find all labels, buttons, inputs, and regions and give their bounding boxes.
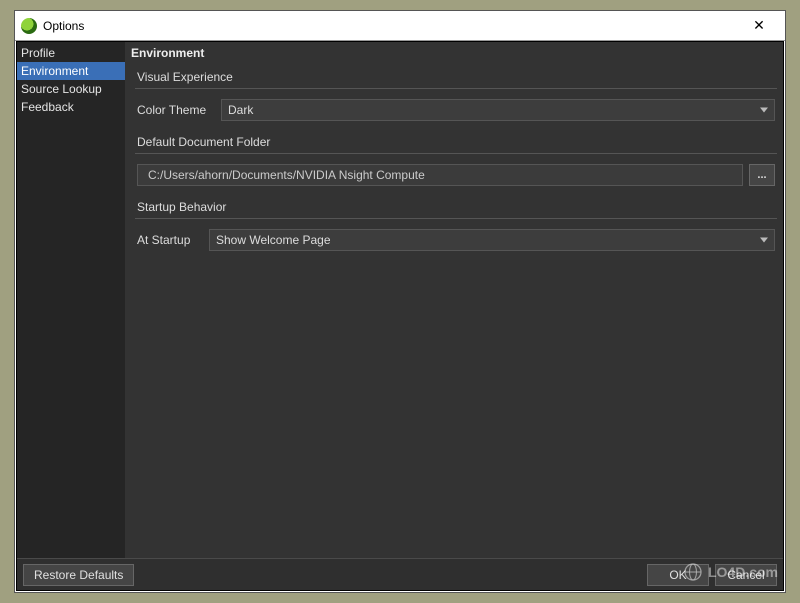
ok-button[interactable]: OK [647,564,709,586]
main-panel: Profile Environment Source Lookup Feedba… [17,42,783,558]
bottom-bar: Restore Defaults OK Cancel [17,558,783,590]
label-color-theme: Color Theme [137,103,215,117]
row-document-folder: C:/Users/ahorn/Documents/NVIDIA Nsight C… [135,164,777,186]
restore-defaults-button[interactable]: Restore Defaults [23,564,134,586]
sidebar-item-feedback[interactable]: Feedback [17,98,125,116]
separator [135,88,777,89]
color-theme-select[interactable]: Dark [221,99,775,121]
window-title: Options [43,19,84,33]
document-folder-value: C:/Users/ahorn/Documents/NVIDIA Nsight C… [148,168,425,182]
at-startup-select[interactable]: Show Welcome Page [209,229,775,251]
options-window: Options ✕ Profile Environment Source Loo… [14,10,786,593]
at-startup-value: Show Welcome Page [216,233,331,247]
separator [135,218,777,219]
close-icon[interactable]: ✕ [739,11,779,40]
section-startup-behavior: Startup Behavior At Startup Show Welcome… [135,200,777,251]
chevron-down-icon [760,108,768,113]
cancel-button[interactable]: Cancel [715,564,777,586]
color-theme-value: Dark [228,103,253,117]
sidebar-item-source-lookup[interactable]: Source Lookup [17,80,125,98]
separator [135,153,777,154]
titlebar: Options ✕ [15,11,785,41]
app-icon [21,18,37,34]
section-title-default-document-folder: Default Document Folder [135,135,777,151]
sidebar-item-environment[interactable]: Environment [17,62,125,80]
section-default-document-folder: Default Document Folder C:/Users/ahorn/D… [135,135,777,186]
content-panel: Environment Visual Experience Color Them… [125,42,783,558]
label-at-startup: At Startup [137,233,203,247]
page-title: Environment [125,44,783,66]
section-visual-experience: Visual Experience Color Theme Dark [135,70,777,121]
sidebar-item-profile[interactable]: Profile [17,44,125,62]
sidebar: Profile Environment Source Lookup Feedba… [17,42,125,558]
chevron-down-icon [760,238,768,243]
row-at-startup: At Startup Show Welcome Page [135,229,777,251]
document-folder-field[interactable]: C:/Users/ahorn/Documents/NVIDIA Nsight C… [137,164,743,186]
client-area: Profile Environment Source Lookup Feedba… [16,41,784,591]
row-color-theme: Color Theme Dark [135,99,777,121]
browse-button[interactable]: ... [749,164,775,186]
section-title-visual-experience: Visual Experience [135,70,777,86]
section-title-startup-behavior: Startup Behavior [135,200,777,216]
